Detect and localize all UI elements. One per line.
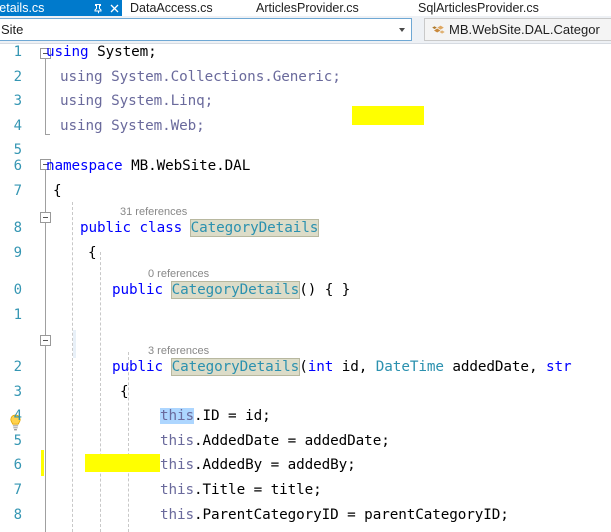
code-line[interactable]: 3 { (0, 380, 611, 405)
editor-navigation-bar: Site MB.WebSite.DAL.Categor (0, 16, 611, 44)
line-number: 3 (13, 383, 22, 400)
code-line[interactable]: 3 using System.Linq; (0, 89, 611, 114)
method-icon (430, 22, 446, 38)
tab-icon-group (93, 0, 120, 16)
line-number: 6 (13, 158, 22, 174)
line-number: 8 (13, 220, 22, 236)
code-line[interactable]: 4 this.ID = id; (0, 404, 611, 429)
member-dropdown[interactable]: MB.WebSite.DAL.Categor (424, 18, 611, 41)
line-number: 2 (13, 68, 22, 85)
line-content: using System.Linq; (60, 93, 214, 110)
line-content: this.ParentCategoryID = parentCategoryID… (160, 506, 509, 523)
code-line[interactable]: 8 public class CategoryDetails (0, 216, 611, 241)
line-number: 0 (13, 282, 22, 298)
code-line[interactable]: 0 public CategoryDetails() { } (0, 278, 611, 303)
type-dropdown[interactable]: Site (0, 18, 412, 41)
line-content: using System.Web; (60, 117, 205, 134)
code-line[interactable]: 9 this.ParentCategoryTitle = parentCateg… (0, 527, 611, 532)
tab-sql-articles-provider[interactable]: SqlArticlesProvider.cs (412, 0, 611, 16)
line-content: namespace MB.WebSite.DAL (46, 158, 251, 174)
line-content: public class CategoryDetails (80, 219, 320, 237)
code-area[interactable]: 1 using System; 2 using System.Collectio… (0, 44, 611, 532)
line-number: 3 (13, 93, 22, 110)
chevron-down-icon[interactable] (393, 19, 411, 40)
line-number: 5 (13, 432, 22, 449)
tab-label: yDetails.cs (0, 1, 45, 15)
code-line[interactable]: 6 this.AddedBy = addedBy; (0, 453, 611, 478)
code-line[interactable]: 1 using System; (0, 44, 611, 65)
code-editor[interactable]: 1 using System; 2 using System.Collectio… (0, 44, 611, 532)
tab-label: ArticlesProvider.cs (256, 1, 359, 15)
line-number: 2 (13, 359, 22, 375)
code-line[interactable]: 2 using System.Collections.Generic; (0, 65, 611, 90)
line-number: 1 (13, 44, 22, 60)
line-content: using System; (46, 44, 157, 60)
line-content: this.Title = title; (160, 482, 322, 498)
line-content: this.ID = id; (160, 408, 271, 425)
tab-label: SqlArticlesProvider.cs (418, 1, 539, 15)
line-content: using System.Collections.Generic; (60, 68, 341, 85)
code-line[interactable]: 8 this.ParentCategoryID = parentCategory… (0, 503, 611, 528)
editor-tab-strip: yDetails.cs DataAccess.cs ArticlesProvid… (0, 0, 611, 16)
line-content: public CategoryDetails() { } (112, 281, 351, 299)
line-number: 8 (13, 506, 22, 523)
line-content: public CategoryDetails(int id, DateTime … (112, 358, 572, 376)
line-number: 9 (0, 527, 22, 532)
code-line[interactable]: 1 (0, 303, 611, 328)
line-number: 7 (13, 482, 22, 498)
tab-category-details[interactable]: yDetails.cs (0, 0, 122, 16)
type-dropdown-value: Site (1, 22, 24, 37)
close-icon[interactable] (109, 3, 120, 14)
line-number: 6 (13, 457, 22, 474)
line-number: 1 (13, 306, 22, 323)
code-line[interactable]: 2 public CategoryDetails(int id, DateTim… (0, 355, 611, 380)
tab-label: DataAccess.cs (130, 1, 213, 15)
line-number: 4 (13, 408, 22, 425)
code-line[interactable]: 4 using System.Web; (0, 114, 611, 139)
tab-data-access[interactable]: DataAccess.cs (124, 0, 240, 16)
pin-icon[interactable] (93, 3, 104, 14)
line-content: this.AddedDate = addedDate; (160, 432, 390, 449)
code-line[interactable]: 6 namespace MB.WebSite.DAL (0, 154, 611, 179)
code-line[interactable]: 7 this.Title = title; (0, 478, 611, 503)
line-content: this.ParentCategoryTitle = parentCategor… (160, 527, 560, 532)
member-dropdown-value: MB.WebSite.DAL.Categor (449, 22, 600, 37)
line-number: 4 (13, 117, 22, 134)
tab-articles-provider[interactable]: ArticlesProvider.cs (250, 0, 402, 16)
line-content: { (120, 383, 129, 400)
code-line[interactable]: 5 this.AddedDate = addedDate; (0, 429, 611, 454)
line-content: this.AddedBy = addedBy; (160, 457, 356, 474)
